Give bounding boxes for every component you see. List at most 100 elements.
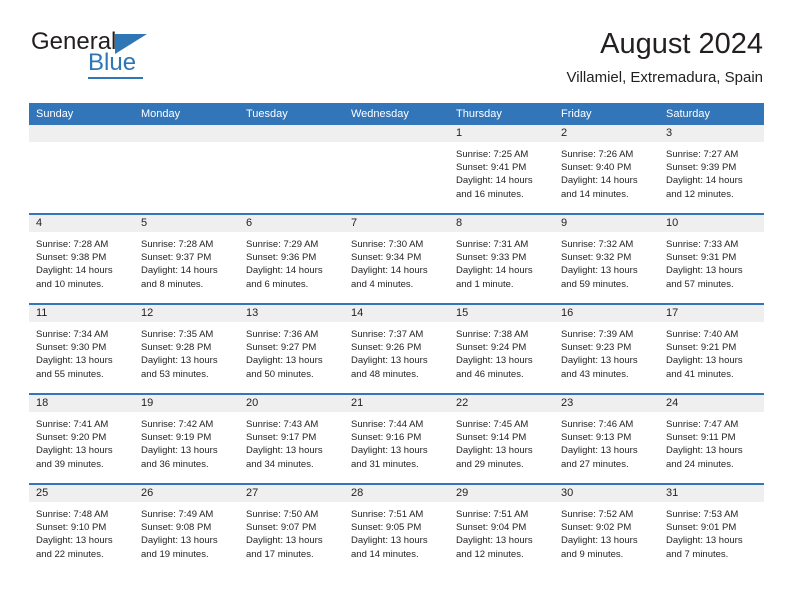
day-cell[interactable]: 20 Sunrise: 7:43 AM Sunset: 9:17 PM Dayl…: [239, 393, 344, 484]
sunset-text: Sunset: 9:23 PM: [561, 342, 632, 354]
day-details: Sunrise: 7:31 AM Sunset: 9:33 PM Dayligh…: [449, 232, 554, 291]
daylight-text-line1: Daylight: 13 hours: [666, 265, 743, 277]
day-cell[interactable]: 7 Sunrise: 7:30 AM Sunset: 9:34 PM Dayli…: [344, 213, 449, 304]
daylight-text-line1: Daylight: 13 hours: [351, 355, 428, 367]
day-cell[interactable]: 10 Sunrise: 7:33 AM Sunset: 9:31 PM Dayl…: [659, 213, 764, 304]
daylight-text-line1: Daylight: 13 hours: [141, 535, 218, 547]
sunset-text: Sunset: 9:28 PM: [141, 342, 212, 354]
calendar-body: 1 Sunrise: 7:25 AM Sunset: 9:41 PM Dayli…: [29, 125, 764, 573]
sunset-text: Sunset: 9:14 PM: [456, 432, 527, 444]
day-number: 11: [29, 305, 134, 322]
day-cell[interactable]: 4 Sunrise: 7:28 AM Sunset: 9:38 PM Dayli…: [29, 213, 134, 304]
day-cell[interactable]: 6 Sunrise: 7:29 AM Sunset: 9:36 PM Dayli…: [239, 213, 344, 304]
day-number: [29, 125, 134, 142]
day-number: 29: [449, 485, 554, 502]
daylight-text-line1: Daylight: 13 hours: [666, 535, 743, 547]
daylight-text-line2: and 9 minutes.: [561, 548, 624, 560]
day-cell[interactable]: 8 Sunrise: 7:31 AM Sunset: 9:33 PM Dayli…: [449, 213, 554, 304]
day-number: 28: [344, 485, 449, 502]
day-cell[interactable]: 29 Sunrise: 7:51 AM Sunset: 9:04 PM Dayl…: [449, 483, 554, 573]
day-cell[interactable]: 16 Sunrise: 7:39 AM Sunset: 9:23 PM Dayl…: [554, 303, 659, 394]
sunrise-text: Sunrise: 7:27 AM: [666, 149, 739, 160]
sunrise-text: Sunrise: 7:51 AM: [456, 509, 529, 520]
day-number: 5: [134, 215, 239, 232]
day-number: 8: [449, 215, 554, 232]
sunrise-text: Sunrise: 7:42 AM: [141, 419, 214, 430]
day-cell[interactable]: 17 Sunrise: 7:40 AM Sunset: 9:21 PM Dayl…: [659, 303, 764, 394]
day-cell[interactable]: 14 Sunrise: 7:37 AM Sunset: 9:26 PM Dayl…: [344, 303, 449, 394]
daylight-text-line2: and 43 minutes.: [561, 368, 629, 380]
day-number: 25: [29, 485, 134, 502]
daylight-text-line1: Daylight: 14 hours: [36, 265, 113, 277]
sunset-text: Sunset: 9:20 PM: [36, 432, 107, 444]
sunrise-text: Sunrise: 7:39 AM: [561, 329, 634, 340]
daylight-text-line1: Daylight: 13 hours: [456, 355, 533, 367]
day-cell[interactable]: 31 Sunrise: 7:53 AM Sunset: 9:01 PM Dayl…: [659, 483, 764, 573]
sunrise-text: Sunrise: 7:35 AM: [141, 329, 214, 340]
sunset-text: Sunset: 9:08 PM: [141, 522, 212, 534]
day-number: 18: [29, 395, 134, 412]
calendar-week-row: 25 Sunrise: 7:48 AM Sunset: 9:10 PM Dayl…: [29, 483, 764, 573]
sunset-text: Sunset: 9:19 PM: [141, 432, 212, 444]
daylight-text-line1: Daylight: 14 hours: [246, 265, 323, 277]
day-cell[interactable]: 21 Sunrise: 7:44 AM Sunset: 9:16 PM Dayl…: [344, 393, 449, 484]
day-cell[interactable]: 5 Sunrise: 7:28 AM Sunset: 9:37 PM Dayli…: [134, 213, 239, 304]
day-cell[interactable]: 1 Sunrise: 7:25 AM Sunset: 9:41 PM Dayli…: [449, 125, 554, 214]
daylight-text-line2: and 55 minutes.: [36, 368, 104, 380]
day-cell[interactable]: 27 Sunrise: 7:50 AM Sunset: 9:07 PM Dayl…: [239, 483, 344, 573]
day-cell[interactable]: 25 Sunrise: 7:48 AM Sunset: 9:10 PM Dayl…: [29, 483, 134, 573]
day-details: Sunrise: 7:33 AM Sunset: 9:31 PM Dayligh…: [659, 232, 764, 291]
day-cell[interactable]: [239, 125, 344, 214]
day-details: Sunrise: 7:28 AM Sunset: 9:37 PM Dayligh…: [134, 232, 239, 291]
day-number: 30: [554, 485, 659, 502]
day-number: [239, 125, 344, 142]
day-cell[interactable]: 23 Sunrise: 7:46 AM Sunset: 9:13 PM Dayl…: [554, 393, 659, 484]
day-cell[interactable]: 2 Sunrise: 7:26 AM Sunset: 9:40 PM Dayli…: [554, 125, 659, 214]
sunset-text: Sunset: 9:39 PM: [666, 162, 737, 174]
day-cell[interactable]: 12 Sunrise: 7:35 AM Sunset: 9:28 PM Dayl…: [134, 303, 239, 394]
day-cell[interactable]: 15 Sunrise: 7:38 AM Sunset: 9:24 PM Dayl…: [449, 303, 554, 394]
sunset-text: Sunset: 9:26 PM: [351, 342, 422, 354]
day-cell[interactable]: 22 Sunrise: 7:45 AM Sunset: 9:14 PM Dayl…: [449, 393, 554, 484]
day-cell[interactable]: [344, 125, 449, 214]
day-cell[interactable]: 13 Sunrise: 7:36 AM Sunset: 9:27 PM Dayl…: [239, 303, 344, 394]
daylight-text-line2: and 14 minutes.: [351, 548, 419, 560]
sunset-text: Sunset: 9:16 PM: [351, 432, 422, 444]
calendar-page: General Blue August 2024 Villamiel, Extr…: [0, 0, 792, 612]
calendar-week-row: 1 Sunrise: 7:25 AM Sunset: 9:41 PM Dayli…: [29, 125, 764, 214]
day-cell[interactable]: 9 Sunrise: 7:32 AM Sunset: 9:32 PM Dayli…: [554, 213, 659, 304]
day-number: 15: [449, 305, 554, 322]
weekday-header-saturday: Saturday: [659, 103, 764, 125]
day-cell[interactable]: 19 Sunrise: 7:42 AM Sunset: 9:19 PM Dayl…: [134, 393, 239, 484]
day-cell[interactable]: 18 Sunrise: 7:41 AM Sunset: 9:20 PM Dayl…: [29, 393, 134, 484]
day-number: 6: [239, 215, 344, 232]
sunset-text: Sunset: 9:13 PM: [561, 432, 632, 444]
day-cell[interactable]: 11 Sunrise: 7:34 AM Sunset: 9:30 PM Dayl…: [29, 303, 134, 394]
sunrise-text: Sunrise: 7:30 AM: [351, 239, 424, 250]
daylight-text-line1: Daylight: 13 hours: [561, 355, 638, 367]
daylight-text-line2: and 12 minutes.: [456, 548, 524, 560]
daylight-text-line2: and 16 minutes.: [456, 188, 524, 200]
daylight-text-line1: Daylight: 13 hours: [666, 355, 743, 367]
daylight-text-line1: Daylight: 13 hours: [246, 445, 323, 457]
day-number: 4: [29, 215, 134, 232]
general-blue-logo[interactable]: General Blue: [29, 28, 219, 80]
day-cell[interactable]: 26 Sunrise: 7:49 AM Sunset: 9:08 PM Dayl…: [134, 483, 239, 573]
day-cell[interactable]: 30 Sunrise: 7:52 AM Sunset: 9:02 PM Dayl…: [554, 483, 659, 573]
calendar-week-row: 11 Sunrise: 7:34 AM Sunset: 9:30 PM Dayl…: [29, 303, 764, 394]
day-cell[interactable]: 3 Sunrise: 7:27 AM Sunset: 9:39 PM Dayli…: [659, 125, 764, 214]
daylight-text-line2: and 29 minutes.: [456, 458, 524, 470]
sunset-text: Sunset: 9:21 PM: [666, 342, 737, 354]
sunset-text: Sunset: 9:02 PM: [561, 522, 632, 534]
daylight-text-line2: and 27 minutes.: [561, 458, 629, 470]
sunrise-text: Sunrise: 7:38 AM: [456, 329, 529, 340]
daylight-text-line1: Daylight: 14 hours: [351, 265, 428, 277]
day-cell[interactable]: 28 Sunrise: 7:51 AM Sunset: 9:05 PM Dayl…: [344, 483, 449, 573]
daylight-text-line2: and 50 minutes.: [246, 368, 314, 380]
day-cell[interactable]: [29, 125, 134, 214]
day-cell[interactable]: 24 Sunrise: 7:47 AM Sunset: 9:11 PM Dayl…: [659, 393, 764, 484]
day-number: 1: [449, 125, 554, 142]
sunrise-text: Sunrise: 7:43 AM: [246, 419, 319, 430]
day-cell[interactable]: [134, 125, 239, 214]
sunset-text: Sunset: 9:30 PM: [36, 342, 107, 354]
